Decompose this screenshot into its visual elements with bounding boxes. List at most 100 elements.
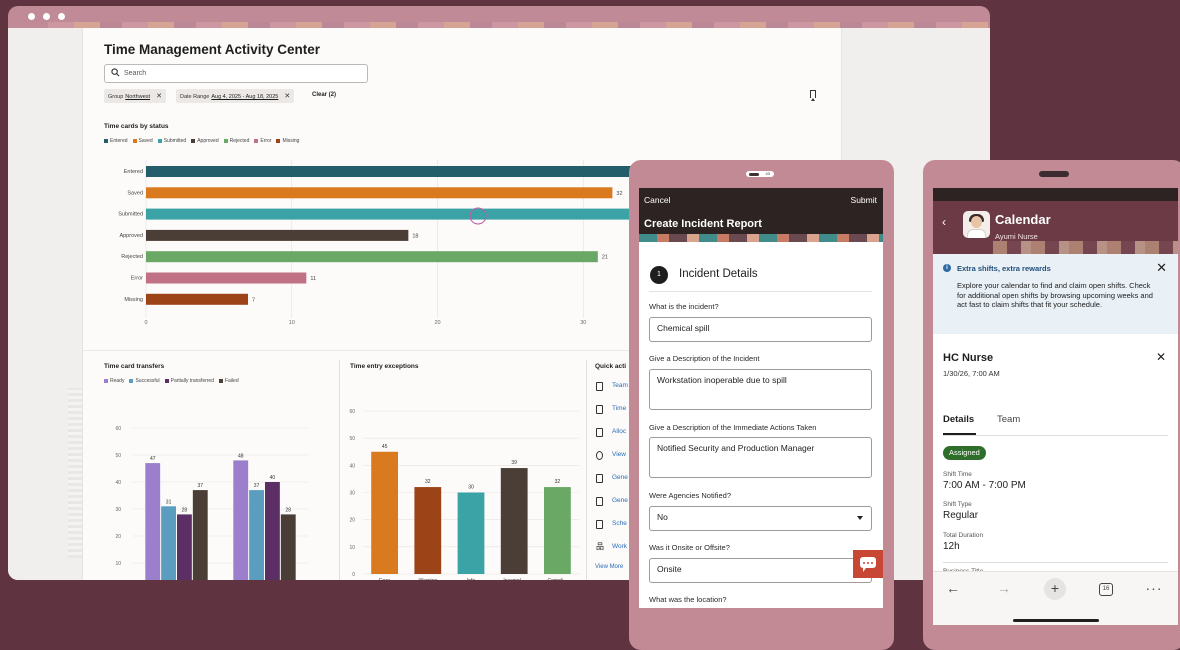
category-label: Approved	[119, 233, 143, 239]
legend-swatch	[157, 138, 162, 143]
compass-icon	[596, 451, 603, 460]
status-chart-legend: Entered Saved Submitted Approved Rejected Err…	[104, 138, 304, 144]
bar	[249, 490, 264, 580]
avatar[interactable]	[963, 211, 990, 238]
back-icon[interactable]: ‹	[942, 215, 946, 229]
banner-text: Explore your calendar to find and claim …	[957, 281, 1153, 309]
tick-label: 60	[349, 409, 355, 415]
more-icon[interactable]: ···	[1142, 580, 1166, 596]
clear-filters-button[interactable]: Clear (2)	[312, 92, 336, 98]
legend-label: Error	[260, 138, 272, 144]
filter-chip-group[interactable]: Group Northwest ✕	[104, 89, 166, 103]
close-icon[interactable]: ✕	[1156, 260, 1167, 276]
calendar-screen: ‹ Calendar Ayumi Nurse i Extra shifts, e…	[933, 188, 1178, 625]
data-label: 30	[468, 485, 474, 491]
legend-label: Missing	[282, 138, 300, 144]
exceptions-bar-chart: 0 10 20 30 40 50 60 Error 45 Warning 32 Info 30 Incom…	[349, 409, 579, 580]
data-label: 40	[270, 475, 276, 481]
tick-label: 40	[115, 480, 121, 486]
filter-label: Date Range	[180, 94, 210, 100]
category-label: Info	[467, 578, 476, 580]
close-icon[interactable]: ✕	[156, 93, 162, 100]
onsite-offsite-select[interactable]: Onsite	[649, 558, 872, 583]
org-chart-icon: 品	[596, 542, 604, 551]
filter-chip-date-range[interactable]: Date Range Aug 4, 2025 - Aug 18, 2025 ✕	[176, 89, 295, 103]
document-icon	[596, 474, 603, 483]
incident-type-field[interactable]: Chemical spill	[649, 317, 872, 342]
window-dot-icon[interactable]	[58, 13, 65, 20]
legend-item: Partially transferred	[164, 378, 214, 384]
category-label: Saved	[127, 190, 143, 196]
close-icon[interactable]: ✕	[284, 93, 290, 100]
transfers-chart-title: Time card transfers	[104, 363, 165, 370]
legend-swatch	[104, 378, 108, 383]
detail-label: Shift Time	[943, 471, 972, 478]
incident-report-screen: Cancel Submit Create Incident Report 1 I…	[639, 188, 883, 608]
tick-label: 10	[115, 561, 121, 567]
step-number: 1	[650, 266, 668, 284]
phone-speaker	[1039, 171, 1069, 177]
agencies-notified-select[interactable]: No	[649, 506, 872, 531]
bar	[414, 487, 442, 574]
legend-swatch	[223, 138, 228, 143]
legend-item: Missing	[276, 138, 299, 144]
shift-datetime: 1/30/26, 7:00 AM	[943, 369, 1000, 378]
tick-label: 0	[144, 320, 147, 326]
legend-swatch	[254, 138, 259, 143]
window-dot-icon[interactable]	[28, 13, 35, 20]
report-icon	[596, 497, 603, 506]
bar	[265, 482, 280, 580]
legend-swatch	[276, 138, 281, 143]
bar	[146, 251, 598, 263]
tabs-count-icon[interactable]: 16	[1099, 583, 1113, 596]
tablet-device: 43 Cancel Submit Create Incident Report …	[629, 160, 894, 650]
legend-item: Ready	[104, 378, 124, 384]
page-title: Time Management Activity Center	[104, 42, 321, 57]
column-divider	[586, 360, 587, 580]
legend-item: Error	[254, 138, 271, 144]
data-label: 47	[150, 456, 156, 462]
bar	[146, 187, 613, 199]
legend-label: Entered	[110, 138, 128, 144]
data-label: 37	[254, 483, 260, 489]
header-pattern	[993, 241, 1178, 254]
search-input[interactable]: Search	[104, 64, 368, 83]
document-icon	[596, 520, 603, 529]
forward-arrow-icon[interactable]: →	[992, 580, 1016, 596]
view-more-link[interactable]: View More	[595, 564, 623, 570]
data-label: 7	[252, 297, 255, 303]
new-tab-icon[interactable]: +	[1044, 578, 1066, 600]
user-name: Ayumi Nurse	[995, 232, 1038, 241]
tick-label: 20	[434, 320, 440, 326]
category-label: Compli...	[548, 578, 568, 580]
back-arrow-icon[interactable]: ←	[941, 580, 965, 596]
quick-action-label: Time	[612, 405, 627, 412]
bookmark-icon[interactable]	[810, 90, 816, 101]
incident-description-field[interactable]: Workstation inoperable due to spill	[649, 369, 872, 410]
cancel-button[interactable]: Cancel	[644, 195, 670, 205]
tick-label: 60	[115, 426, 121, 432]
detail-value: 7:00 AM - 7:00 PM	[943, 480, 1026, 491]
chat-button[interactable]	[853, 550, 883, 578]
incident-title: Create Incident Report	[644, 218, 762, 230]
bar	[145, 463, 161, 580]
quick-action-label: Gene	[612, 497, 628, 504]
category-label: Rejected	[121, 254, 143, 260]
tab-team[interactable]: Team	[997, 414, 1020, 425]
search-placeholder: Search	[124, 70, 147, 77]
status-chart-title: Time cards by status	[104, 123, 169, 130]
submit-button[interactable]: Submit	[851, 195, 877, 205]
legend-swatch	[219, 378, 223, 383]
close-icon[interactable]: ✕	[1156, 350, 1166, 364]
status-badge: Assigned	[943, 446, 986, 460]
details-divider	[943, 562, 1168, 563]
tab-details[interactable]: Details	[943, 414, 974, 425]
legend-swatch	[104, 138, 108, 143]
actions-taken-field[interactable]: Notified Security and Production Manager	[649, 437, 872, 478]
data-label: 48	[238, 453, 244, 459]
document-icon	[596, 428, 603, 437]
legend-swatch	[129, 378, 134, 383]
window-dot-icon[interactable]	[43, 13, 50, 20]
legend-label: Successful	[135, 378, 160, 384]
data-label: 31	[166, 499, 172, 505]
